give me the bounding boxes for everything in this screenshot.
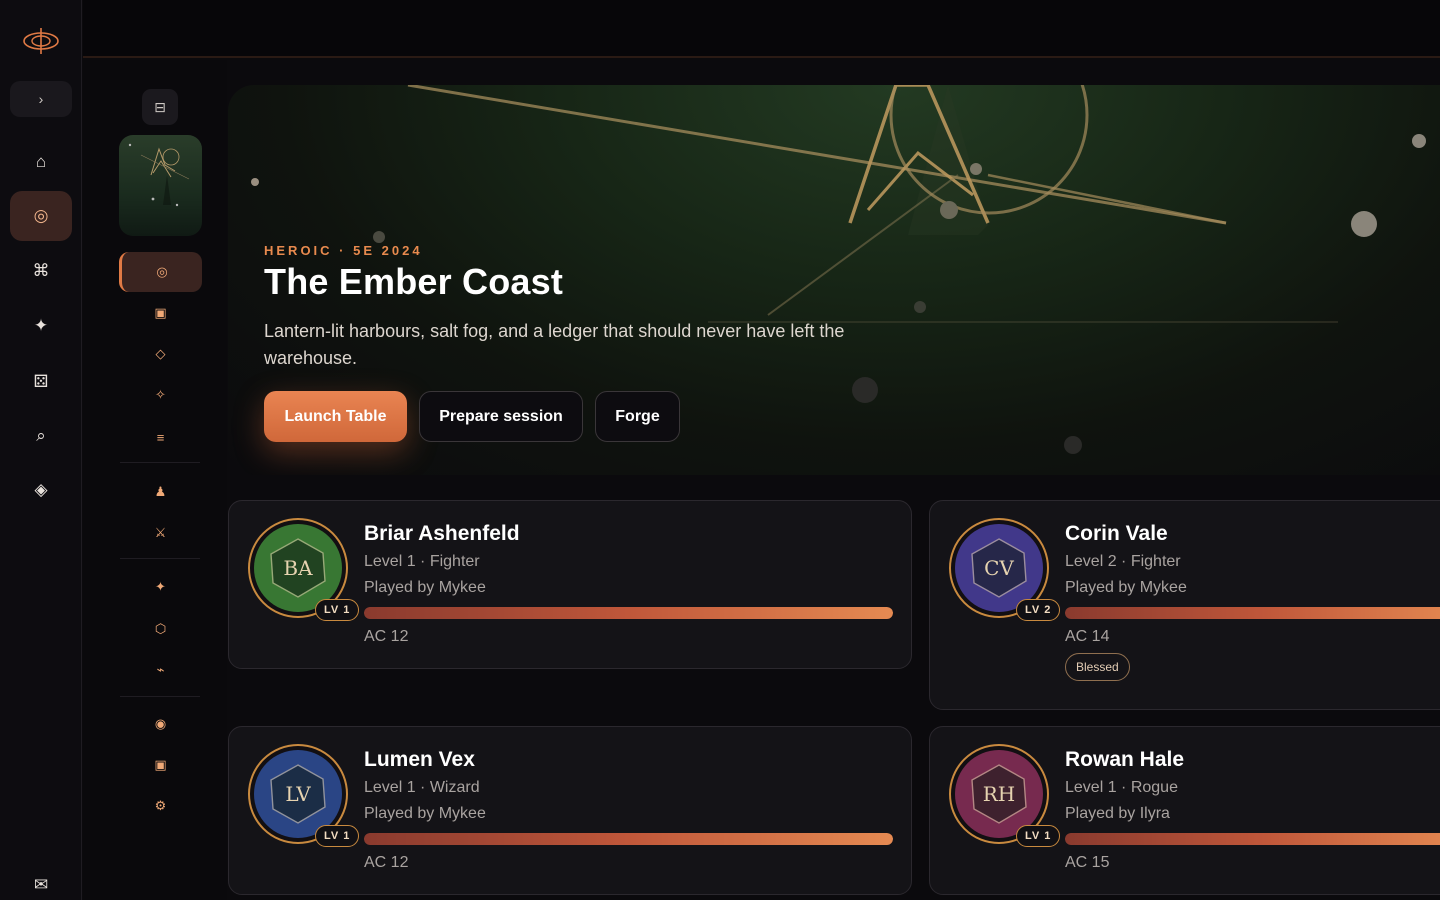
sidebar-item-overview[interactable]: ◎	[119, 252, 202, 292]
character-card[interactable]: RH LV 1 Rowan Hale Level 1 · Rogue Playe…	[929, 726, 1440, 895]
nav-home[interactable]: ⌂	[10, 137, 72, 187]
spark-icon: ✧	[155, 387, 166, 402]
hp-bar	[364, 833, 893, 845]
armor-class: AC 15	[1065, 854, 1110, 871]
hp-bar	[1065, 833, 1440, 845]
campaign-description: Lantern-lit harbours, salt fog, and a le…	[264, 321, 845, 368]
prepare-session-button[interactable]: Prepare session	[419, 391, 583, 442]
avatar-initials: CV	[984, 556, 1014, 580]
level-badge: LV 2	[1016, 599, 1061, 621]
campaign-sidebar: ⊟ ◎ ▣ ◇ ✧ ≡ ♟ ⚔ ✦ ⬡ ⌁ ◉ ▣ ⚙	[83, 60, 227, 900]
hex-icon: ⬡	[154, 621, 167, 636]
map-icon: ◇	[155, 346, 166, 361]
settings-icon: ⚙	[154, 798, 167, 813]
character-card[interactable]: LV LV 1 Lumen Vex Level 1 · Wizard Playe…	[228, 726, 912, 895]
panel-icon: ⊟	[154, 98, 166, 115]
collapse-sidebar-button[interactable]: ⊟	[142, 89, 178, 125]
campaign-hero: HEROIC · 5E 2024 The Ember Coast Lantern…	[228, 85, 1440, 475]
sparkle-icon: ✦	[33, 316, 49, 335]
character-class: Level 1 · Wizard	[364, 779, 480, 796]
sidebar-item-magic[interactable]: ✦	[119, 567, 202, 607]
sidebar-item-links[interactable]: ⌁	[119, 650, 202, 690]
logo-icon[interactable]	[22, 26, 60, 56]
character-player: Played by Ilyra	[1065, 805, 1170, 822]
sidebar-item-orb[interactable]: ◉	[119, 704, 202, 744]
chevron-right-icon: ›	[38, 91, 44, 107]
sidebar-item-settings[interactable]: ⚙	[119, 786, 202, 826]
level-badge: LV 1	[315, 825, 360, 847]
character-name[interactable]: Lumen Vex	[364, 748, 475, 772]
armor-class: AC 12	[364, 854, 409, 871]
sidebar-item-spark[interactable]: ✧	[119, 375, 202, 415]
character-player: Played by Mykee	[1065, 579, 1187, 596]
character-class: Level 2 · Fighter	[1065, 553, 1181, 570]
search-icon: ⌕	[36, 426, 46, 445]
character-player: Played by Mykee	[364, 579, 486, 596]
gem-icon: ◈	[34, 480, 48, 499]
nav-gem[interactable]: ◈	[10, 465, 72, 515]
sidebar-item-scenes[interactable]: ▣	[119, 293, 202, 333]
character-name[interactable]: Rowan Hale	[1065, 748, 1184, 772]
hp-bar-fill	[364, 607, 893, 619]
nav-search[interactable]: ⌕	[10, 411, 72, 461]
sidebar-item-hex[interactable]: ⬡	[119, 609, 202, 649]
app-rail: › ⌂ ◎ ⌘ ✦ ⚄ ⌕ ◈ ✉	[0, 0, 82, 900]
sidebar-divider	[120, 558, 200, 559]
top-bar	[83, 0, 1440, 58]
crossed-swords-icon: ⚔	[154, 525, 167, 540]
home-icon: ⌂	[35, 152, 47, 171]
hp-bar	[1065, 607, 1440, 619]
sidebar-divider	[120, 696, 200, 697]
nav-sparkle[interactable]: ✦	[10, 301, 72, 351]
nav-dice[interactable]: ⚄	[10, 357, 72, 407]
sidebar-item-frame[interactable]: ▣	[119, 745, 202, 785]
magic-icon: ✦	[155, 579, 166, 594]
campaign-icon: ◎	[33, 206, 49, 225]
sidebar-item-characters[interactable]: ♟	[119, 472, 202, 512]
orb-icon: ◉	[154, 716, 167, 731]
page-title: The Ember Coast	[264, 261, 564, 302]
launch-table-button[interactable]: Launch Table	[264, 391, 407, 442]
dice-icon: ⚄	[33, 372, 49, 391]
mail-icon: ✉	[33, 875, 49, 894]
nav-campaign[interactable]: ◎	[10, 191, 72, 241]
expand-rail-button[interactable]: ›	[10, 81, 72, 117]
hp-bar-fill	[1065, 833, 1440, 845]
armor-class: AC 14	[1065, 628, 1110, 645]
nav-messages[interactable]: ✉	[10, 860, 72, 900]
status-badge: Blessed	[1065, 653, 1130, 681]
avatar-initials: LV	[285, 782, 311, 806]
sidebar-item-map[interactable]: ◇	[119, 334, 202, 374]
campaign-thumbnail[interactable]	[119, 135, 202, 236]
campaign-ruleset: HEROIC · 5E 2024	[264, 243, 423, 258]
sidebar-divider	[120, 462, 200, 463]
avatar-initials: BA	[283, 556, 313, 580]
character-card[interactable]: BA LV 1 Briar Ashenfeld Level 1 · Fighte…	[228, 500, 912, 669]
scene-icon: ▣	[154, 305, 167, 320]
avatar-initials: RH	[983, 782, 1016, 806]
link-icon: ⌁	[156, 662, 165, 677]
character-card[interactable]: CV LV 2 Corin Vale Level 2 · Fighter Pla…	[929, 500, 1440, 710]
level-badge: LV 1	[1016, 825, 1061, 847]
character-class: Level 1 · Rogue	[1065, 779, 1178, 796]
hp-bar-fill	[364, 833, 893, 845]
character-name[interactable]: Corin Vale	[1065, 522, 1168, 546]
character-name[interactable]: Briar Ashenfeld	[364, 522, 520, 546]
sidebar-item-combat[interactable]: ⚔	[119, 513, 202, 553]
character-player: Played by Mykee	[364, 805, 486, 822]
sidebar-item-notes[interactable]: ≡	[119, 417, 202, 457]
hp-bar-fill	[1065, 607, 1440, 619]
frame-icon: ▣	[154, 757, 167, 772]
armor-class: AC 12	[364, 628, 409, 645]
notes-icon: ≡	[156, 429, 165, 445]
forge-button[interactable]: Forge	[595, 391, 680, 442]
hp-bar	[364, 607, 893, 619]
nav-command[interactable]: ⌘	[10, 246, 72, 296]
pawn-icon: ♟	[154, 484, 167, 499]
overview-icon: ◎	[156, 264, 168, 279]
command-icon: ⌘	[32, 261, 50, 280]
character-class: Level 1 · Fighter	[364, 553, 480, 570]
level-badge: LV 1	[315, 599, 360, 621]
